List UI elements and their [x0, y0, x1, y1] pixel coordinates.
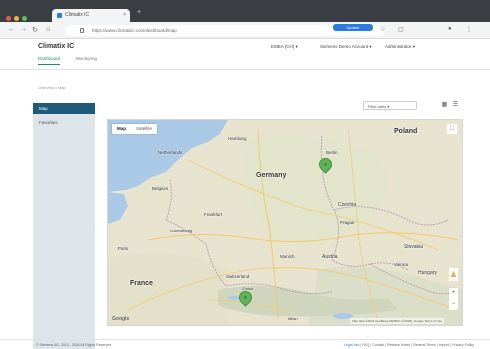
browser-tab-title: Climatix IC: [65, 12, 90, 18]
footer-links: Legal Info | FAQ | Contact | Release Not…: [344, 343, 474, 347]
tab-dashboard[interactable]: Dashboard: [38, 56, 61, 65]
browser-window: Climatix IC × + ← → ↻ ⌂ https://www.clim…: [0, 0, 490, 349]
map-label-netherlands: Netherlands: [158, 150, 183, 155]
map-label-belgium: Belgium: [152, 186, 169, 191]
map-label-luxembourg: Luxembourg: [170, 228, 193, 233]
breadcrumb: Overview / Map: [38, 85, 66, 90]
lock-icon: [80, 28, 84, 33]
map-attribution[interactable]: Map data ©2024 GeoBasis-DE/BKG (©2009), …: [350, 318, 444, 324]
region-dropdown[interactable]: EMEA (CH) ▾: [271, 44, 298, 50]
home-icon[interactable]: ⌂: [46, 26, 50, 33]
tab-monitoring[interactable]: Monitoring: [76, 56, 97, 61]
site-filter-value: Filter sites: [368, 104, 387, 109]
region-dropdown-label: EMEA (CH): [271, 44, 295, 49]
street-view-pegman-icon[interactable]: ♟: [449, 268, 458, 281]
profile-icon[interactable]: ●: [448, 26, 452, 32]
list-view-icon[interactable]: ☰: [451, 101, 460, 110]
map-label-austria: Austria: [322, 254, 338, 260]
address-url: https://www.climatixic.com/dashboard/map: [92, 28, 177, 33]
user-dropdown-label: Administrator: [385, 44, 412, 49]
map-label-berlin: Berlin: [326, 150, 338, 155]
copyright-text: © Siemens AG, 2013 - 2024 All Rights Res…: [36, 343, 112, 347]
footer: © Siemens AG, 2013 - 2024 All Rights Res…: [0, 339, 490, 349]
zoom-in-button[interactable]: +: [449, 288, 458, 299]
bookmark-icon[interactable]: ☆: [380, 26, 385, 33]
zoom-control: + −: [449, 288, 458, 310]
zoom-out-button[interactable]: −: [449, 299, 458, 310]
app-title: Climatix IC: [38, 43, 75, 50]
map-type-map-button[interactable]: Map: [112, 124, 131, 134]
sidebar-item-favorites[interactable]: Favorites: [33, 117, 95, 128]
minimize-window-button[interactable]: [14, 16, 19, 21]
close-tab-icon[interactable]: ×: [123, 12, 126, 18]
map-label-hamburg: Hamburg: [228, 136, 247, 141]
map-label-prague: Prague: [340, 220, 355, 225]
map-label-paris: Paris: [118, 246, 129, 251]
account-dropdown[interactable]: Siemens Demo Account ▾: [320, 44, 372, 50]
map-label-vienna: Vienna: [394, 262, 408, 267]
browser-tab[interactable]: Climatix IC ×: [52, 9, 130, 22]
reload-icon[interactable]: ↻: [32, 26, 38, 34]
sidebar: Map Favorites: [33, 103, 95, 349]
menu-icon[interactable]: ⋮: [466, 26, 472, 33]
map-label-germany: Germany: [256, 172, 287, 179]
update-button[interactable]: Update: [333, 24, 373, 31]
back-icon[interactable]: ←: [8, 26, 15, 33]
map-label-munich: Munich: [280, 254, 295, 259]
map-type-control: Map Satellite: [112, 124, 158, 134]
favicon-icon: [57, 13, 62, 18]
map-label-switzerland: Switzerland: [226, 274, 250, 279]
legal-info-link[interactable]: Legal Info: [344, 343, 359, 347]
google-logo: Google: [112, 316, 130, 322]
browser-toolbar: ← → ↻ ⌂ https://www.climatixic.com/dashb…: [0, 22, 490, 39]
map-label-poland: Poland: [394, 128, 418, 135]
sidebar-item-map[interactable]: Map: [33, 103, 95, 114]
footer-link-list[interactable]: | FAQ | Contact | Release Notes | Genera…: [360, 343, 474, 347]
forward-icon[interactable]: →: [20, 26, 27, 33]
map-label-slovakia: Slovakia: [404, 244, 423, 250]
browser-tab-bar: Climatix IC × +: [0, 0, 490, 22]
close-window-button[interactable]: [6, 16, 11, 21]
maximize-window-button[interactable]: [22, 16, 27, 21]
map-type-satellite-button[interactable]: Satellite: [131, 124, 157, 134]
account-dropdown-label: Siemens Demo Account: [320, 44, 369, 49]
map-label-milan: Milan: [288, 316, 298, 321]
user-dropdown[interactable]: Administrator ▾: [385, 44, 415, 50]
app-page: Climatix IC EMEA (CH) ▾ Siemens Demo Acc…: [0, 39, 490, 349]
grid-view-icon[interactable]: ▦: [440, 101, 449, 110]
map-label-hungary: Hungary: [418, 270, 437, 276]
map-label-czechia: Czechia: [338, 202, 357, 208]
site-filter-select[interactable]: Filter sites ▾: [363, 101, 417, 110]
fullscreen-icon[interactable]: ⛶: [447, 124, 457, 134]
map-label-france: France: [130, 280, 153, 287]
new-tab-icon[interactable]: +: [137, 9, 141, 16]
map-view[interactable]: Map Satellite ⛶ Poland Germany France Ne…: [107, 119, 463, 326]
header-divider: [0, 69, 490, 70]
map-label-frankfurt: Frankfurt: [204, 212, 223, 217]
extension-icon[interactable]: ▢: [398, 26, 404, 33]
